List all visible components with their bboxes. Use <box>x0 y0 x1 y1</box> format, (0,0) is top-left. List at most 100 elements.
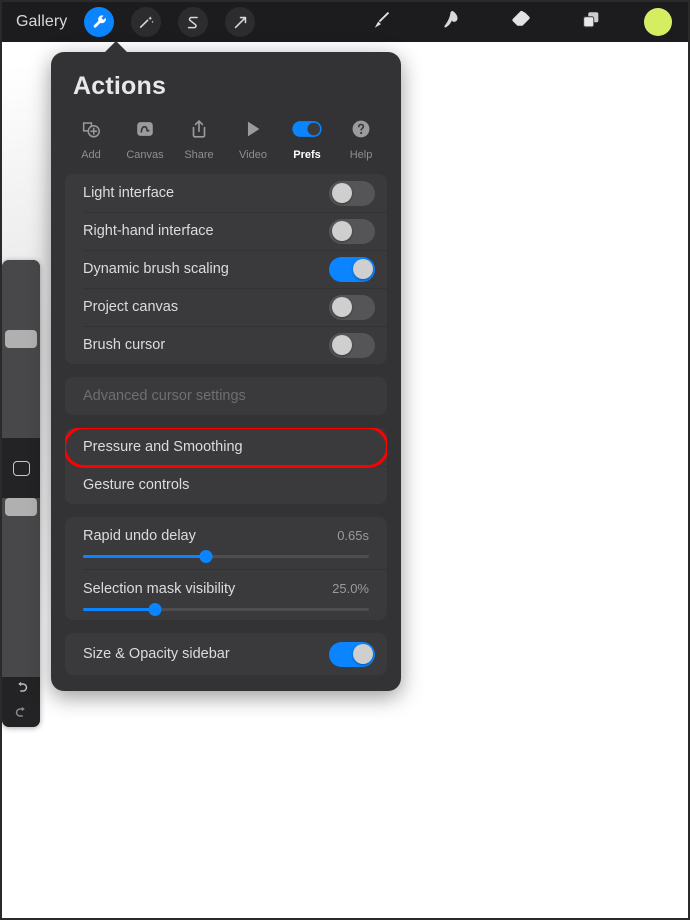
toggle-knob <box>331 297 352 317</box>
tab-add-label: Add <box>81 149 101 161</box>
redo-arrow-icon <box>13 704 30 726</box>
brush-icon <box>370 9 392 36</box>
slider-rapid-undo-delay[interactable]: Rapid undo delay 0.65s <box>65 517 387 567</box>
preferences-toggle-group: Light interface Right-hand interface Dyn… <box>65 174 387 364</box>
slider-value: 25.0% <box>332 581 369 596</box>
tab-share-label: Share <box>184 149 214 161</box>
question-mark-icon <box>350 115 372 143</box>
row-label: Gesture controls <box>83 477 190 493</box>
light-interface-toggle[interactable] <box>329 180 375 206</box>
row-label: Brush cursor <box>83 337 166 353</box>
right-hand-interface-toggle[interactable] <box>329 218 375 244</box>
slider-label: Selection mask visibility <box>83 581 236 597</box>
toggle-knob <box>331 183 352 203</box>
modify-button[interactable] <box>2 438 40 498</box>
slider-track[interactable] <box>83 550 369 563</box>
tab-canvas-label: Canvas <box>126 149 164 161</box>
slider-group: Rapid undo delay 0.65s Selection mask vi… <box>65 517 387 620</box>
row-dynamic-brush-scaling[interactable]: Dynamic brush scaling <box>65 250 387 288</box>
row-label: Light interface <box>83 185 175 201</box>
brush-size-slider[interactable] <box>2 260 40 438</box>
toggle-knob <box>331 335 352 355</box>
row-project-canvas[interactable]: Project canvas <box>65 288 387 326</box>
tab-prefs-label: Prefs <box>293 149 321 161</box>
tab-add[interactable]: Add <box>65 115 117 161</box>
slider-thumb[interactable] <box>148 603 161 616</box>
add-icon <box>80 115 102 143</box>
undo-arrow-icon <box>13 679 30 701</box>
row-pressure-and-smoothing[interactable]: Pressure and Smoothing <box>65 428 387 468</box>
top-toolbar: Gallery <box>2 2 688 42</box>
color-swatch-button[interactable] <box>644 8 672 36</box>
size-opacity-sidebar <box>2 260 40 727</box>
dynamic-brush-scaling-toggle[interactable] <box>329 256 375 282</box>
tab-help-label: Help <box>349 149 373 161</box>
brush-size-knob[interactable] <box>5 330 37 348</box>
row-label: Advanced cursor settings <box>83 388 246 404</box>
sidebar-toggle-group: Size & Opacity sidebar <box>65 633 387 675</box>
undo-redo-group <box>2 677 40 727</box>
panel-title: Actions <box>73 72 167 100</box>
slider-value: 0.65s <box>337 528 369 543</box>
tab-prefs[interactable]: Prefs <box>281 115 333 161</box>
slider-thumb[interactable] <box>199 550 213 563</box>
advanced-cursor-group: Advanced cursor settings <box>65 377 387 415</box>
toggle-icon <box>292 115 322 143</box>
gallery-button[interactable]: Gallery <box>16 13 67 31</box>
toggle-knob <box>331 221 352 241</box>
brush-opacity-slider[interactable] <box>2 498 40 677</box>
row-size-opacity-sidebar[interactable]: Size & Opacity sidebar <box>65 633 387 675</box>
procreate-app-window: Gallery Actions Add Canvas Share Video P… <box>0 0 690 920</box>
panel-tab-bar: Add Canvas Share Video Prefs Help <box>51 101 401 161</box>
undo-button[interactable] <box>2 677 40 703</box>
transform-button[interactable] <box>225 7 256 37</box>
toggle-knob <box>352 644 373 664</box>
project-canvas-toggle[interactable] <box>329 294 375 320</box>
actions-wrench-button[interactable] <box>84 7 115 37</box>
tab-share[interactable]: Share <box>173 115 225 161</box>
canvas-icon <box>134 115 156 143</box>
paint-button[interactable] <box>364 7 398 37</box>
row-advanced-cursor-settings: Advanced cursor settings <box>65 377 387 415</box>
size-opacity-sidebar-toggle[interactable] <box>329 641 375 667</box>
layers-icon <box>580 9 602 36</box>
row-right-hand-interface[interactable]: Right-hand interface <box>65 212 387 250</box>
layers-button[interactable] <box>574 7 608 37</box>
brush-cursor-toggle[interactable] <box>329 332 375 358</box>
slider-selection-mask-visibility[interactable]: Selection mask visibility 25.0% <box>65 570 387 620</box>
smudge-button[interactable] <box>434 7 468 37</box>
smudge-icon <box>440 9 462 36</box>
row-label: Dynamic brush scaling <box>83 261 229 277</box>
brush-opacity-knob[interactable] <box>5 498 37 516</box>
square-icon <box>12 460 30 476</box>
arrow-move-icon <box>232 14 249 31</box>
slider-label: Rapid undo delay <box>83 528 196 544</box>
share-icon <box>188 115 210 143</box>
eraser-icon <box>510 9 532 36</box>
slider-fill <box>83 555 206 558</box>
row-brush-cursor[interactable]: Brush cursor <box>65 326 387 364</box>
adjustments-button[interactable] <box>131 7 162 37</box>
row-gesture-controls[interactable]: Gesture controls <box>65 466 387 504</box>
slider-header: Rapid undo delay 0.65s <box>83 528 369 544</box>
slider-track[interactable] <box>83 603 369 616</box>
tab-help[interactable]: Help <box>335 115 387 161</box>
right-tool-group <box>328 7 688 37</box>
video-play-icon <box>242 115 264 143</box>
tab-video-label: Video <box>239 149 267 161</box>
slider-header: Selection mask visibility 25.0% <box>83 581 369 597</box>
tab-video[interactable]: Video <box>227 115 279 161</box>
redo-button[interactable] <box>2 703 40 727</box>
erase-button[interactable] <box>504 7 538 37</box>
magic-wand-icon <box>138 14 155 31</box>
row-label: Right-hand interface <box>83 223 214 239</box>
selection-button[interactable] <box>178 7 209 37</box>
tab-canvas[interactable]: Canvas <box>119 115 171 161</box>
row-label: Size & Opacity sidebar <box>83 646 230 662</box>
row-label: Project canvas <box>83 299 179 315</box>
row-light-interface[interactable]: Light interface <box>65 174 387 212</box>
panel-pointer-arrow <box>104 41 128 53</box>
toggle-knob <box>352 259 373 279</box>
actions-panel: Actions Add Canvas Share Video Prefs Hel… <box>51 41 401 691</box>
s-curve-icon <box>185 14 202 31</box>
